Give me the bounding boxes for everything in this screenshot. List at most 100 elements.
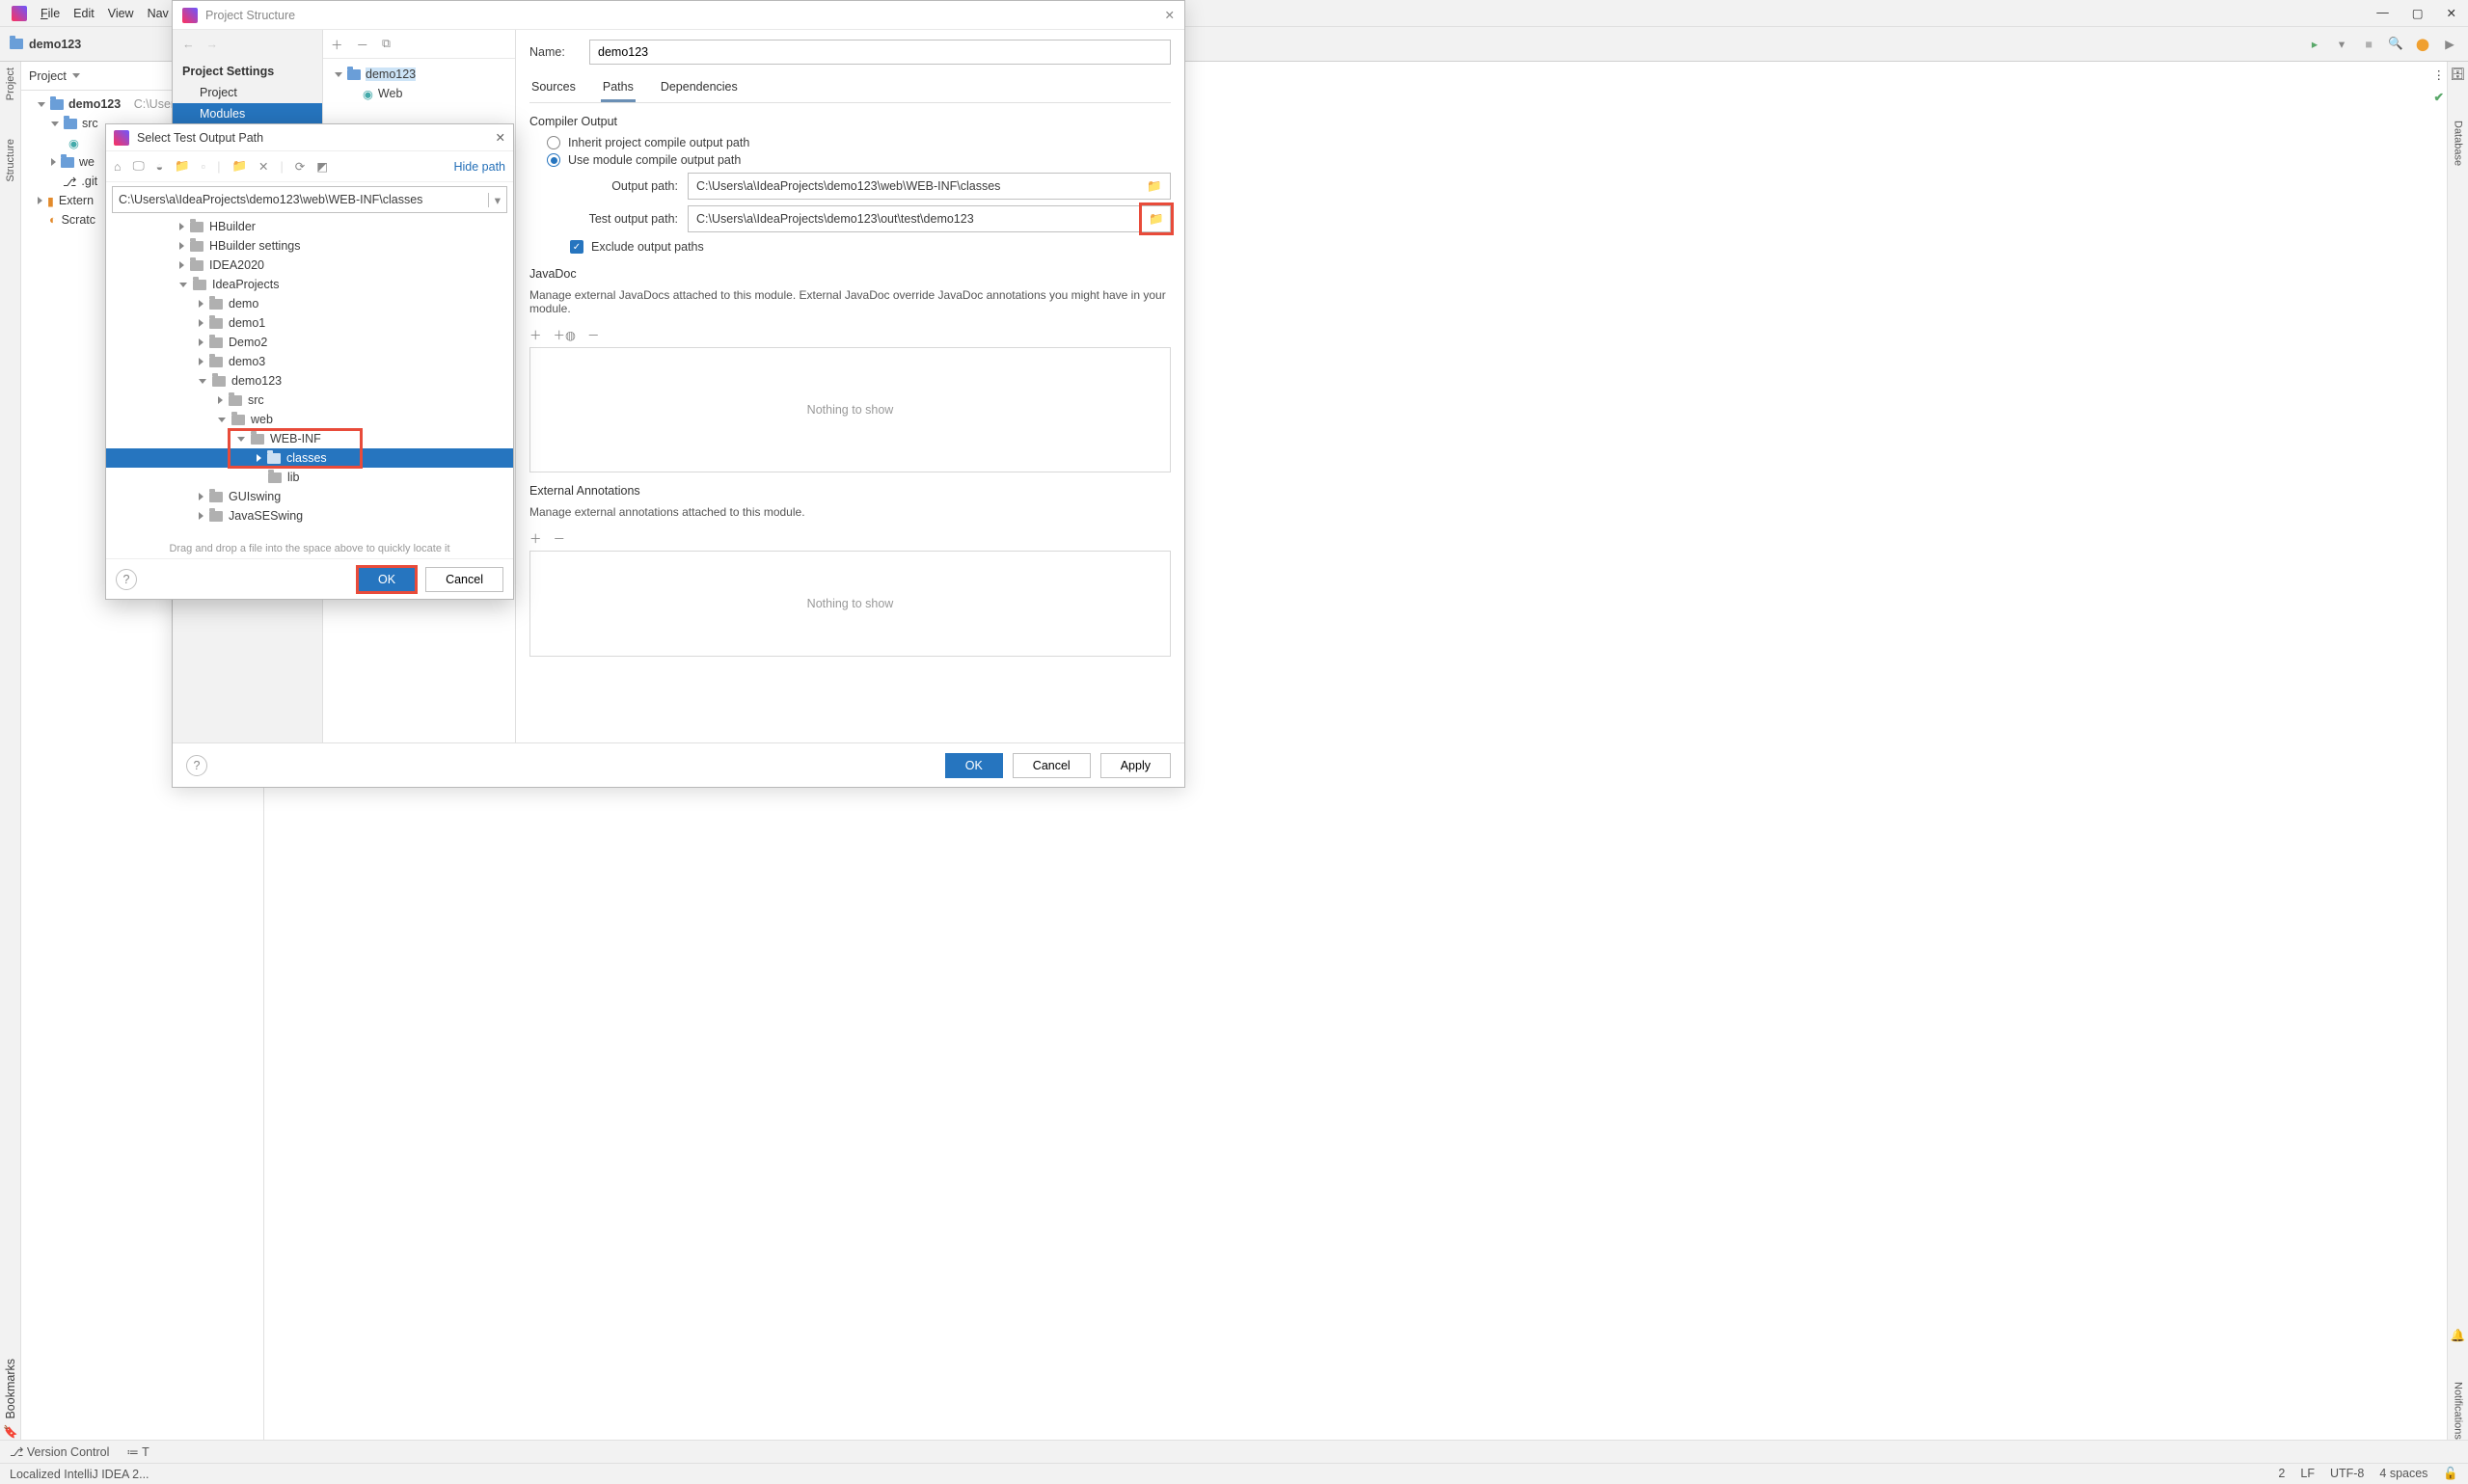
delete-icon[interactable]: ✕ <box>258 159 268 174</box>
folder-web[interactable]: web <box>251 413 273 426</box>
desktop-icon[interactable]: 🖵 <box>133 159 145 174</box>
menu-file[interactable]: FFileile <box>41 7 60 20</box>
folder-demo1[interactable]: demo1 <box>229 316 265 330</box>
database-icon[interactable]: 🗄 <box>2451 67 2466 82</box>
analysis-ok-icon[interactable]: ✔ <box>2434 90 2444 104</box>
cancel-button[interactable]: Cancel <box>1013 753 1091 778</box>
rail-database[interactable]: Database <box>2453 121 2464 166</box>
chevron-down-icon[interactable] <box>335 72 342 77</box>
menu-view[interactable]: View <box>108 7 134 20</box>
minimize-icon[interactable]: — <box>2376 6 2389 20</box>
test-output-path-input[interactable]: C:\Users\a\IdeaProjects\demo123\out\test… <box>688 205 1171 232</box>
add-url-icon[interactable]: ＋◍ <box>554 325 576 343</box>
module-tree[interactable]: demo123 ◉Web <box>323 59 515 109</box>
tree-item-external[interactable]: Extern <box>59 194 94 207</box>
stop-icon[interactable]: ■ <box>2360 36 2377 53</box>
rail-notifications[interactable]: Notifications <box>2453 1382 2464 1440</box>
home-icon[interactable]: ⌂ <box>114 160 122 174</box>
tab-sources[interactable]: Sources <box>529 74 578 102</box>
new-folder2-icon[interactable]: 📁 <box>231 159 247 174</box>
maximize-icon[interactable]: ▢ <box>2412 6 2424 20</box>
sp-tree[interactable]: HBuilder HBuilder settings IDEA2020 Idea… <box>106 217 513 539</box>
status-encoding[interactable]: UTF-8 <box>2330 1467 2364 1481</box>
chevron-down-icon[interactable] <box>72 73 80 78</box>
add-icon[interactable]: ＋ <box>331 35 343 53</box>
remove-icon[interactable]: － <box>587 325 600 343</box>
tree-item-scratches[interactable]: Scratc <box>62 213 95 227</box>
folder-lib[interactable]: lib <box>287 471 300 484</box>
browse-folder-icon[interactable]: 📁 <box>1147 179 1162 194</box>
ps-item-project[interactable]: Project <box>173 82 322 103</box>
menu-navigate[interactable]: Nav <box>148 7 169 20</box>
ide-update-icon[interactable]: ⬤ <box>2414 36 2431 53</box>
ok-button[interactable]: OK <box>358 567 416 592</box>
project-icon[interactable]: ◒ <box>156 160 164 174</box>
status-col[interactable]: 2 <box>2278 1467 2285 1481</box>
module-web[interactable]: Web <box>378 87 402 100</box>
path-combobox[interactable]: C:\Users\a\IdeaProjects\demo123\web\WEB-… <box>112 186 507 213</box>
tree-item-web[interactable]: we <box>79 155 95 169</box>
chevron-down-icon[interactable]: ▾ <box>488 193 501 207</box>
back-icon[interactable]: ← <box>182 38 195 51</box>
rail-project[interactable]: Project <box>5 67 16 100</box>
tree-item-src[interactable]: src <box>82 117 98 130</box>
folder-web-inf[interactable]: WEB-INF <box>270 432 321 445</box>
radio-use-module[interactable]: Use module compile output path <box>547 153 1171 167</box>
chevron-down-icon[interactable] <box>38 102 45 107</box>
chevron-right-icon[interactable] <box>51 158 56 166</box>
folder-src[interactable]: src <box>248 393 264 407</box>
tree-item-gitignore[interactable]: .git <box>81 175 97 188</box>
folder-classes[interactable]: classes <box>286 451 327 465</box>
project-pane-title[interactable]: Project <box>29 69 67 83</box>
radio-inherit[interactable]: Inherit project compile output path <box>547 136 1171 149</box>
hide-path-link[interactable]: Hide path <box>453 160 505 174</box>
browse-test-output-icon[interactable]: 📁 <box>1141 204 1172 233</box>
rail-structure[interactable]: Structure <box>5 139 16 182</box>
tab-paths[interactable]: Paths <box>601 74 636 102</box>
close-icon[interactable]: ✕ <box>2447 6 2456 20</box>
code-with-me-icon[interactable]: ▶ <box>2441 36 2458 53</box>
refresh-icon[interactable]: ⟳ <box>295 159 305 174</box>
folder-demo3[interactable]: demo3 <box>229 355 265 368</box>
folder-javaseswing[interactable]: JavaSESwing <box>229 509 303 523</box>
bookmark-icon[interactable]: 🔖 <box>3 1425 18 1440</box>
folder-demo123[interactable]: demo123 <box>231 374 282 388</box>
add-icon[interactable]: ＋ <box>529 325 542 343</box>
status-readonly-icon[interactable]: 🔓 <box>2443 1467 2458 1481</box>
folder-idea2020[interactable]: IDEA2020 <box>209 258 264 272</box>
rail-bookmarks[interactable]: Bookmarks <box>4 1359 17 1419</box>
vcs-tab[interactable]: ⎇ Version Control <box>10 1444 109 1459</box>
output-path-input[interactable]: C:\Users\a\IdeaProjects\demo123\web\WEB-… <box>688 173 1171 200</box>
cancel-button[interactable]: Cancel <box>425 567 503 592</box>
module-name-input[interactable] <box>589 40 1171 65</box>
folder-demo2[interactable]: Demo2 <box>229 336 267 349</box>
module-demo123[interactable]: demo123 <box>366 67 416 81</box>
module-icon[interactable]: ▫ <box>202 160 205 174</box>
help-icon[interactable]: ? <box>116 569 137 590</box>
chevron-right-icon[interactable] <box>38 197 42 204</box>
folder-hbuilder-settings[interactable]: HBuilder settings <box>209 239 301 253</box>
copy-icon[interactable]: ⧉ <box>382 37 391 51</box>
menu-edit[interactable]: Edit <box>73 7 95 20</box>
folder-demo[interactable]: demo <box>229 297 258 310</box>
close-icon[interactable]: ✕ <box>1165 8 1175 22</box>
notifications-icon[interactable]: 🔔 <box>2451 1329 2466 1343</box>
exclude-output-checkbox[interactable]: ✓ Exclude output paths <box>570 240 1171 254</box>
forward-icon[interactable]: → <box>206 38 219 51</box>
new-folder-icon[interactable]: 📁 <box>175 159 190 174</box>
tab-dependencies[interactable]: Dependencies <box>659 74 740 102</box>
breadcrumb[interactable]: demo123 <box>10 38 81 51</box>
run-icon[interactable]: ▸ <box>2306 36 2323 53</box>
folder-hbuilder[interactable]: HBuilder <box>209 220 256 233</box>
ok-button[interactable]: OK <box>945 753 1003 778</box>
ps-item-modules[interactable]: Modules <box>173 103 322 124</box>
folder-ideaprojects[interactable]: IdeaProjects <box>212 278 279 291</box>
help-icon[interactable]: ? <box>186 755 207 776</box>
chevron-down-icon[interactable] <box>51 121 59 126</box>
add-icon[interactable]: ＋ <box>529 528 542 547</box>
status-indent[interactable]: 4 spaces <box>2379 1467 2427 1481</box>
status-line-sep[interactable]: LF <box>2300 1467 2315 1481</box>
search-icon[interactable]: 🔍 <box>2387 36 2404 53</box>
close-icon[interactable]: ✕ <box>496 130 505 145</box>
todo-tab[interactable]: ≔ T <box>126 1444 149 1459</box>
